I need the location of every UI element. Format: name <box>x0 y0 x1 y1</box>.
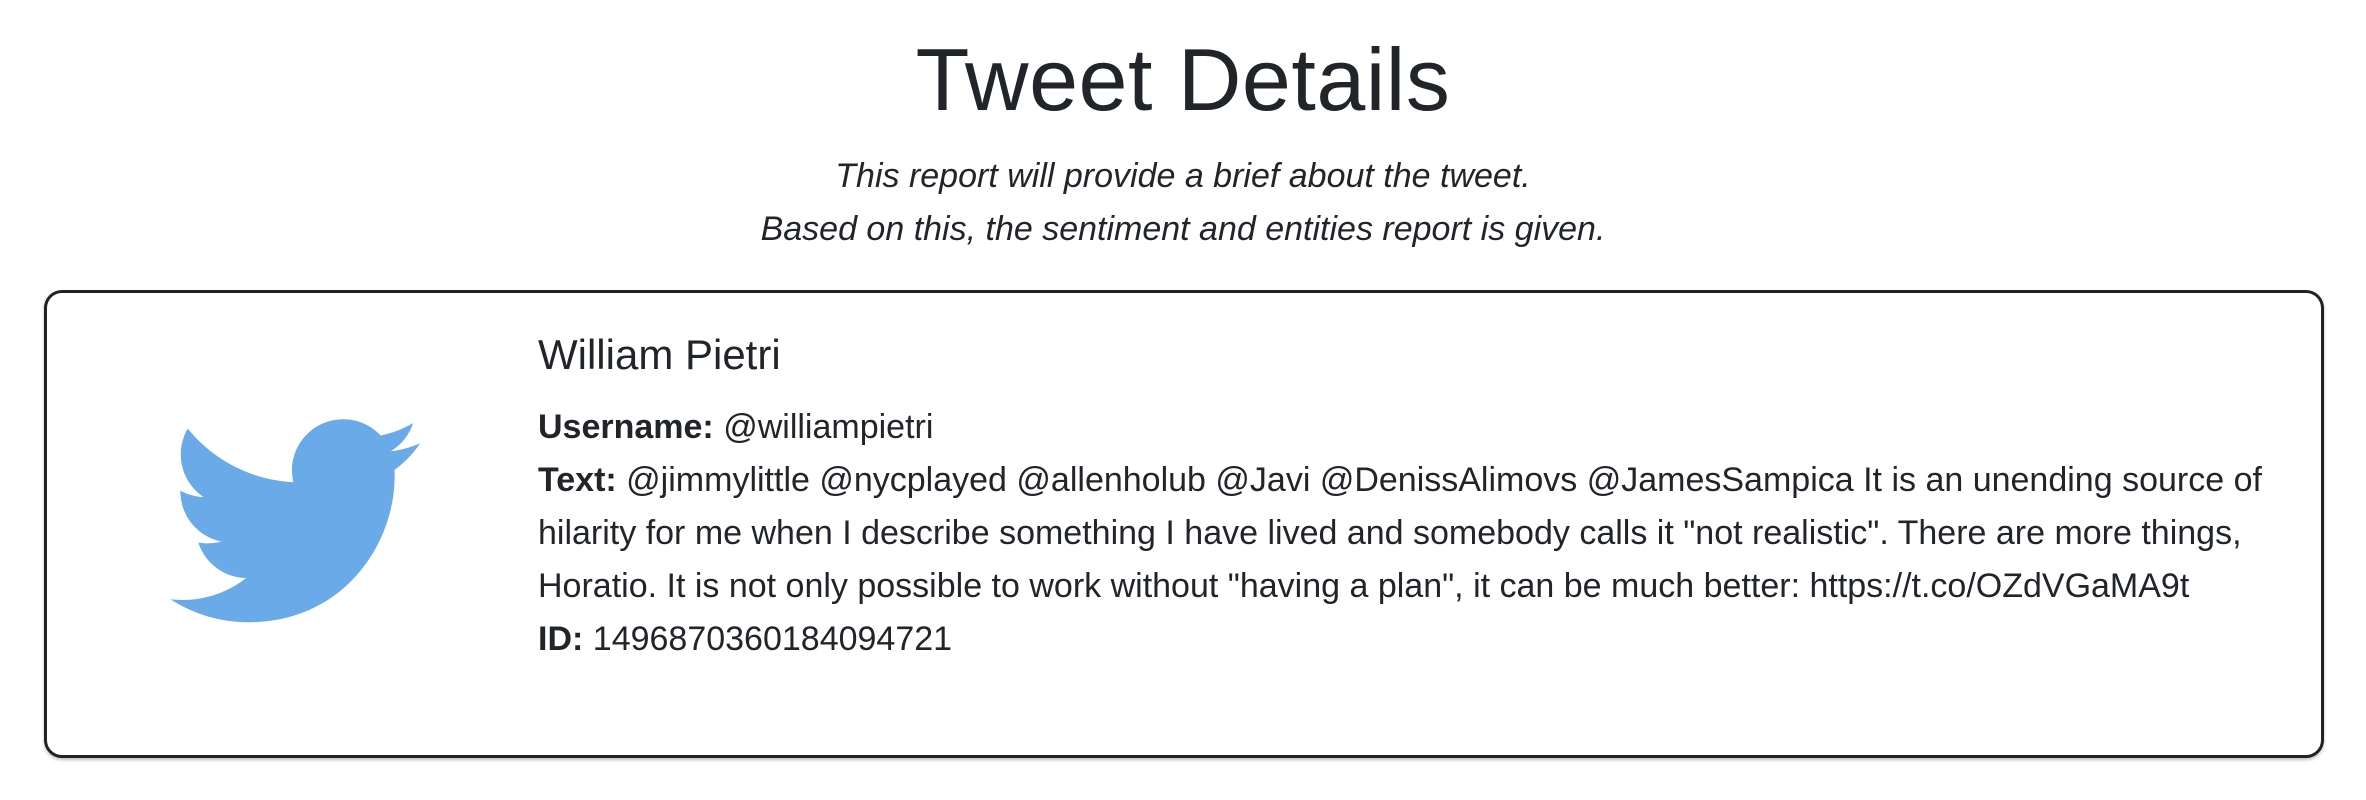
twitter-bird-icon <box>127 389 457 653</box>
tweet-text: @jimmylittle @nycplayed @allenholub @Jav… <box>538 461 2262 605</box>
tweet-body: William Pietri Username: @williampietri … <box>538 329 2298 666</box>
id-row: ID: 1496870360184094721 <box>538 613 2298 666</box>
username-label: Username: <box>538 408 714 446</box>
tweet-id: 1496870360184094721 <box>592 620 953 658</box>
page-subtitle-line-2: Based on this, the sentiment and entitie… <box>760 210 1606 248</box>
username-value: @williampietri <box>723 408 934 446</box>
tweet-card: William Pietri Username: @williampietri … <box>44 290 2324 758</box>
tweet-info: Username: @williampietri Text: @jimmylit… <box>538 401 2298 666</box>
text-label: Text: <box>538 461 617 499</box>
page-subtitle-line-1: This report will provide a brief about t… <box>835 157 1531 195</box>
username-row: Username: @williampietri <box>538 401 2298 454</box>
id-label: ID: <box>538 620 584 658</box>
author-name: William Pietri <box>538 331 781 378</box>
page-title: Tweet Details <box>915 30 1451 129</box>
text-row: Text: @jimmylittle @nycplayed @allenholu… <box>538 454 2298 613</box>
